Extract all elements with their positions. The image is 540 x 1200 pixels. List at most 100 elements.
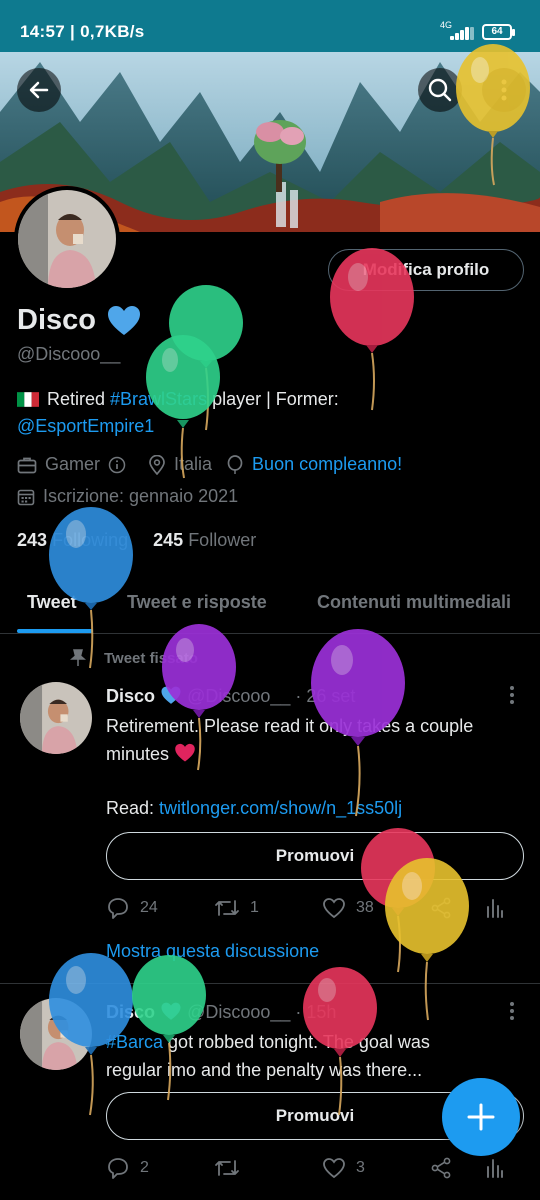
share-icon	[431, 897, 451, 919]
tweet-text-line2: regular imo and the penalty was there...	[106, 1060, 423, 1080]
tweet-author-name[interactable]: Disco	[106, 1002, 155, 1022]
more-options-button[interactable]	[482, 68, 526, 112]
tab-tweet[interactable]: Tweet	[27, 592, 77, 613]
profile-avatar[interactable]	[14, 186, 120, 292]
show-thread-link[interactable]: Mostra questa discussione	[106, 941, 319, 962]
bio-mention-link[interactable]: @EsportEmpire1	[17, 416, 154, 436]
tweet-text-line2: minutes	[106, 744, 170, 764]
retweet-count: 1	[250, 899, 259, 916]
followers-label: Follower	[188, 530, 257, 550]
italy-flag-icon	[17, 392, 39, 407]
analytics-button[interactable]	[486, 1157, 514, 1179]
pinned-text: Tweet fissato	[104, 649, 198, 667]
status-bar: 14:57 | 0,7KB/s 4G 64	[0, 0, 540, 52]
tweet-text: #Barca got robbed tonight. The goal was …	[106, 1028, 526, 1084]
balloon-yellow-2	[385, 858, 469, 1021]
tweet-header: Disco @Discooo__ · 15h	[106, 1002, 336, 1023]
retweet-button[interactable]	[214, 1157, 250, 1179]
search-button[interactable]	[418, 68, 462, 112]
tweet-avatar[interactable]	[20, 998, 92, 1070]
retweet-icon	[215, 900, 239, 916]
red-heart-icon	[175, 743, 195, 762]
tweet-link-row: Read: twitlonger.com/show/n_1ss50lj	[106, 794, 526, 822]
tweet-link[interactable]: twitlonger.com/show/n_1ss50lj	[159, 798, 402, 818]
profile-job: Gamer	[45, 454, 101, 474]
verified-heart-icon	[161, 686, 181, 704]
following-link[interactable]: 243 Following	[17, 530, 128, 550]
edit-profile-button[interactable]: Modifica profilo	[328, 249, 524, 291]
reply-icon	[108, 1158, 128, 1179]
following-label: Following	[52, 530, 129, 550]
location-pin-icon	[149, 454, 165, 475]
tweet-time: · 15h	[295, 1002, 337, 1022]
tweet-avatar[interactable]	[20, 682, 92, 754]
profile-bio: Retired #BrawlStars player | Former: @Es…	[17, 386, 527, 440]
analytics-icon	[487, 1159, 503, 1178]
followers-link[interactable]: 245 Follower	[153, 530, 256, 550]
avatar-photo	[20, 998, 92, 1070]
profile-handle: @Discooo__	[17, 344, 121, 364]
tweet-author-name[interactable]: Disco	[106, 686, 155, 706]
tweet-divider	[0, 983, 540, 984]
bio-text-middle: player | Former:	[207, 389, 339, 409]
more-vertical-icon[interactable]	[510, 1002, 514, 1023]
promote-button[interactable]: Promuovi	[106, 832, 524, 880]
reply-button[interactable]: 24	[106, 897, 158, 919]
profile-joined-row: Iscrizione: gennaio 2021	[17, 486, 238, 507]
plus-icon	[467, 1103, 495, 1131]
retweet-icon	[215, 1160, 239, 1176]
heart-icon	[323, 898, 345, 919]
info-icon[interactable]	[108, 456, 126, 474]
profile-name: Disco	[17, 304, 96, 336]
status-time: 14:57 | 0,7KB/s	[20, 22, 145, 41]
profile-tabs: Tweet Tweet e risposte Contenuti multime…	[0, 580, 540, 634]
tab-tweet-replies[interactable]: Tweet e risposte	[127, 592, 267, 613]
birthday-link[interactable]: Buon compleanno!	[252, 454, 402, 475]
analytics-button[interactable]	[486, 897, 514, 919]
pinned-label: Tweet fissato	[70, 649, 198, 667]
briefcase-icon	[17, 457, 37, 473]
reply-button[interactable]: 2	[106, 1157, 149, 1179]
tweet-text: Retirement. Please read it only takes a …	[106, 712, 526, 768]
reply-count: 2	[140, 1159, 149, 1176]
like-count: 3	[356, 1159, 365, 1176]
reply-icon	[108, 898, 128, 919]
active-tab-indicator	[17, 629, 93, 633]
follow-counts: 243 Following 245 Follower	[17, 530, 256, 551]
compose-tweet-button[interactable]	[442, 1078, 520, 1156]
bio-text: Retired	[47, 389, 111, 409]
arrow-left-icon	[29, 81, 49, 99]
heart-icon	[323, 1158, 345, 1179]
pin-icon	[70, 649, 86, 666]
retweet-button[interactable]: 1	[214, 897, 259, 919]
more-vertical-icon	[501, 79, 507, 101]
search-icon	[428, 78, 452, 102]
tweet-author-handle: @Discooo__	[187, 1002, 291, 1022]
tweet-text-line1: got robbed tonight. The goal was	[163, 1032, 430, 1052]
signal-icon	[450, 26, 474, 40]
followers-count: 245	[153, 530, 184, 550]
profile-joined: Iscrizione: gennaio 2021	[43, 486, 239, 506]
verified-heart-icon	[161, 1002, 181, 1020]
battery-icon: 64	[482, 24, 515, 40]
tweet-text-line1: Retirement. Please read it only takes a …	[106, 716, 474, 736]
tweet-link-prefix: Read:	[106, 798, 160, 818]
tweet-time: · 26 set	[295, 686, 356, 706]
balloon-icon	[227, 454, 243, 474]
share-button[interactable]	[430, 1157, 462, 1179]
tweet-author-handle: @Discooo__	[187, 686, 291, 706]
share-icon	[431, 1157, 451, 1179]
like-button[interactable]: 38	[322, 897, 374, 919]
verified-heart-icon	[108, 306, 140, 335]
bio-hashtag-link[interactable]: #BrawlStars	[110, 389, 207, 409]
like-count: 38	[356, 899, 374, 916]
tweet-hashtag-link[interactable]: #Barca	[106, 1032, 163, 1052]
like-button[interactable]: 3	[322, 1157, 365, 1179]
tab-media[interactable]: Contenuti multimediali	[317, 592, 511, 613]
profile-meta-row: Gamer Italia Buon compleanno!	[17, 454, 402, 475]
back-button[interactable]	[17, 68, 61, 112]
more-vertical-icon[interactable]	[510, 686, 514, 707]
avatar-photo	[18, 190, 116, 288]
tweet-header: Disco @Discooo__ · 26 set	[106, 686, 355, 707]
share-button[interactable]	[430, 897, 462, 919]
